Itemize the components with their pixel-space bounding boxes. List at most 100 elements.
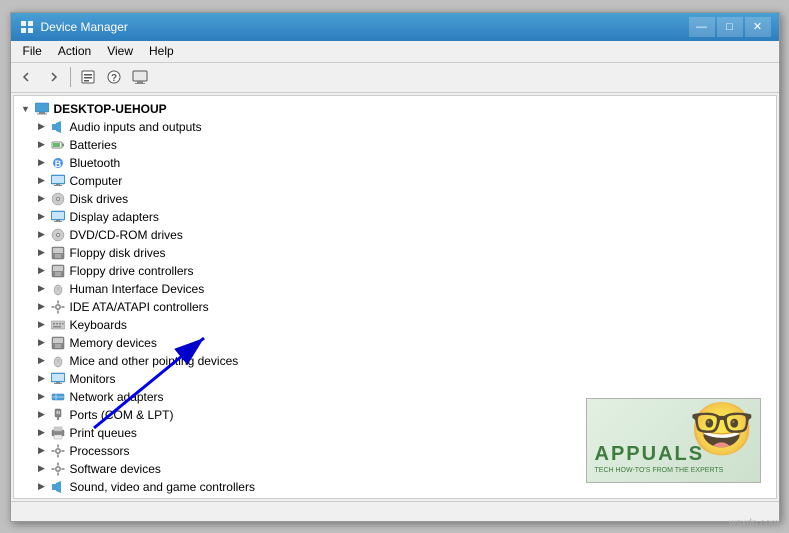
device-icon	[50, 263, 66, 279]
window-title: Device Manager	[41, 20, 128, 34]
close-button[interactable]: ✕	[745, 17, 771, 37]
computer-button[interactable]	[128, 65, 152, 89]
device-icon	[50, 299, 66, 315]
item-label: Memory devices	[70, 336, 157, 350]
appuals-tagline: TECH HOW-TO'S FROM THE EXPERTS	[595, 467, 724, 475]
device-icon	[50, 119, 66, 135]
item-label: Human Interface Devices	[70, 282, 205, 296]
device-icon	[50, 461, 66, 477]
appuals-watermark: 🤓 APPUALS TECH HOW-TO'S FROM THE EXPERTS	[586, 398, 761, 483]
tree-item[interactable]: ▶ Memory devices	[14, 334, 776, 352]
menu-help[interactable]: Help	[141, 42, 182, 60]
device-icon	[50, 479, 66, 495]
toolbar: ?	[11, 63, 779, 93]
toolbar-separator	[70, 67, 71, 87]
device-icon	[50, 389, 66, 405]
item-label: Bluetooth	[70, 156, 121, 170]
expand-icon: ▶	[34, 317, 50, 333]
expand-icon: ▶	[34, 209, 50, 225]
item-label: Batteries	[70, 138, 117, 152]
tree-item[interactable]: ▶Storage controllers	[14, 496, 776, 499]
back-button[interactable]	[15, 65, 39, 89]
device-icon	[50, 371, 66, 387]
item-label: DVD/CD-ROM drives	[70, 228, 183, 242]
item-label: Display adapters	[70, 210, 159, 224]
device-icon	[50, 425, 66, 441]
menu-action[interactable]: Action	[50, 42, 99, 60]
expand-icon: ▶	[34, 443, 50, 459]
title-bar: Device Manager — □ ✕	[11, 13, 779, 41]
expand-icon: ▶	[34, 137, 50, 153]
item-label: Network adapters	[70, 390, 164, 404]
status-bar: wsxdn.com	[11, 501, 779, 521]
item-label: Computer	[70, 174, 123, 188]
tree-root[interactable]: ▼ DESKTOP-UEHOUP	[14, 100, 776, 118]
tree-item[interactable]: ▶Floppy drive controllers	[14, 262, 776, 280]
tree-item[interactable]: ▶ Floppy disk drives	[14, 244, 776, 262]
item-label: Keyboards	[70, 318, 127, 332]
device-icon	[50, 209, 66, 225]
device-icon	[50, 407, 66, 423]
expand-icon: ▶	[34, 299, 50, 315]
maximize-button[interactable]: □	[717, 17, 743, 37]
expand-icon: ▶	[34, 479, 50, 495]
expand-icon: ▶	[34, 407, 50, 423]
expand-icon: ▶	[34, 389, 50, 405]
item-label: Ports (COM & LPT)	[70, 408, 174, 422]
menu-bar: File Action View Help	[11, 41, 779, 63]
expand-icon: ▶	[34, 461, 50, 477]
tree-item[interactable]: ▶ Human Interface Devices	[14, 280, 776, 298]
svg-text:?: ?	[110, 73, 116, 84]
tree-item[interactable]: ▶ Computer	[14, 172, 776, 190]
item-label: Floppy drive controllers	[70, 264, 194, 278]
item-label: Mice and other pointing devices	[70, 354, 239, 368]
tree-item[interactable]: ▶ Batteries	[14, 136, 776, 154]
expand-icon: ▶	[34, 335, 50, 351]
tree-item[interactable]: ▶Monitors	[14, 370, 776, 388]
expand-icon: ▶	[34, 353, 50, 369]
svg-text:B: B	[54, 159, 61, 169]
tree-item[interactable]: ▶ Disk drives	[14, 190, 776, 208]
domain-label: wsxdn.com	[729, 518, 779, 529]
item-label: Processors	[70, 444, 130, 458]
root-expand-icon: ▼	[18, 101, 34, 117]
device-icon	[50, 317, 66, 333]
title-controls: — □ ✕	[689, 17, 771, 37]
menu-view[interactable]: View	[99, 42, 141, 60]
device-icon	[50, 281, 66, 297]
tree-item[interactable]: ▶ DVD/CD-ROM drives	[14, 226, 776, 244]
forward-button[interactable]	[41, 65, 65, 89]
device-icon	[50, 443, 66, 459]
item-label: IDE ATA/ATAPI controllers	[70, 300, 209, 314]
help-button[interactable]: ?	[102, 65, 126, 89]
expand-icon: ▶	[34, 281, 50, 297]
tree-item[interactable]: ▶ B Bluetooth	[14, 154, 776, 172]
minimize-button[interactable]: —	[689, 17, 715, 37]
expand-icon: ▶	[34, 191, 50, 207]
expand-icon: ▶	[34, 245, 50, 261]
device-icon: B	[50, 155, 66, 171]
menu-file[interactable]: File	[15, 42, 50, 60]
device-icon	[50, 335, 66, 351]
properties-button[interactable]	[76, 65, 100, 89]
item-label: Print queues	[70, 426, 137, 440]
item-label: Storage controllers	[70, 498, 171, 499]
device-icon	[50, 191, 66, 207]
item-label: Floppy disk drives	[70, 246, 166, 260]
expand-icon: ▶	[34, 155, 50, 171]
window-icon	[19, 19, 35, 35]
device-icon	[50, 137, 66, 153]
expand-icon: ▶	[34, 119, 50, 135]
expand-icon: ▶	[34, 173, 50, 189]
tree-item[interactable]: ▶ Keyboards	[14, 316, 776, 334]
device-icon	[50, 245, 66, 261]
tree-item[interactable]: ▶ IDE ATA/ATAPI controllers	[14, 298, 776, 316]
tree-item[interactable]: ▶ Mice and other pointing devices	[14, 352, 776, 370]
item-label: Disk drives	[70, 192, 129, 206]
root-label: DESKTOP-UEHOUP	[54, 102, 167, 116]
main-content[interactable]: ▼ DESKTOP-UEHOUP ▶Audio inputs and outpu…	[13, 95, 777, 499]
item-label: Monitors	[70, 372, 116, 386]
tree-item[interactable]: ▶Audio inputs and outputs	[14, 118, 776, 136]
tree-item[interactable]: ▶ Display adapters	[14, 208, 776, 226]
expand-icon: ▶	[34, 227, 50, 243]
